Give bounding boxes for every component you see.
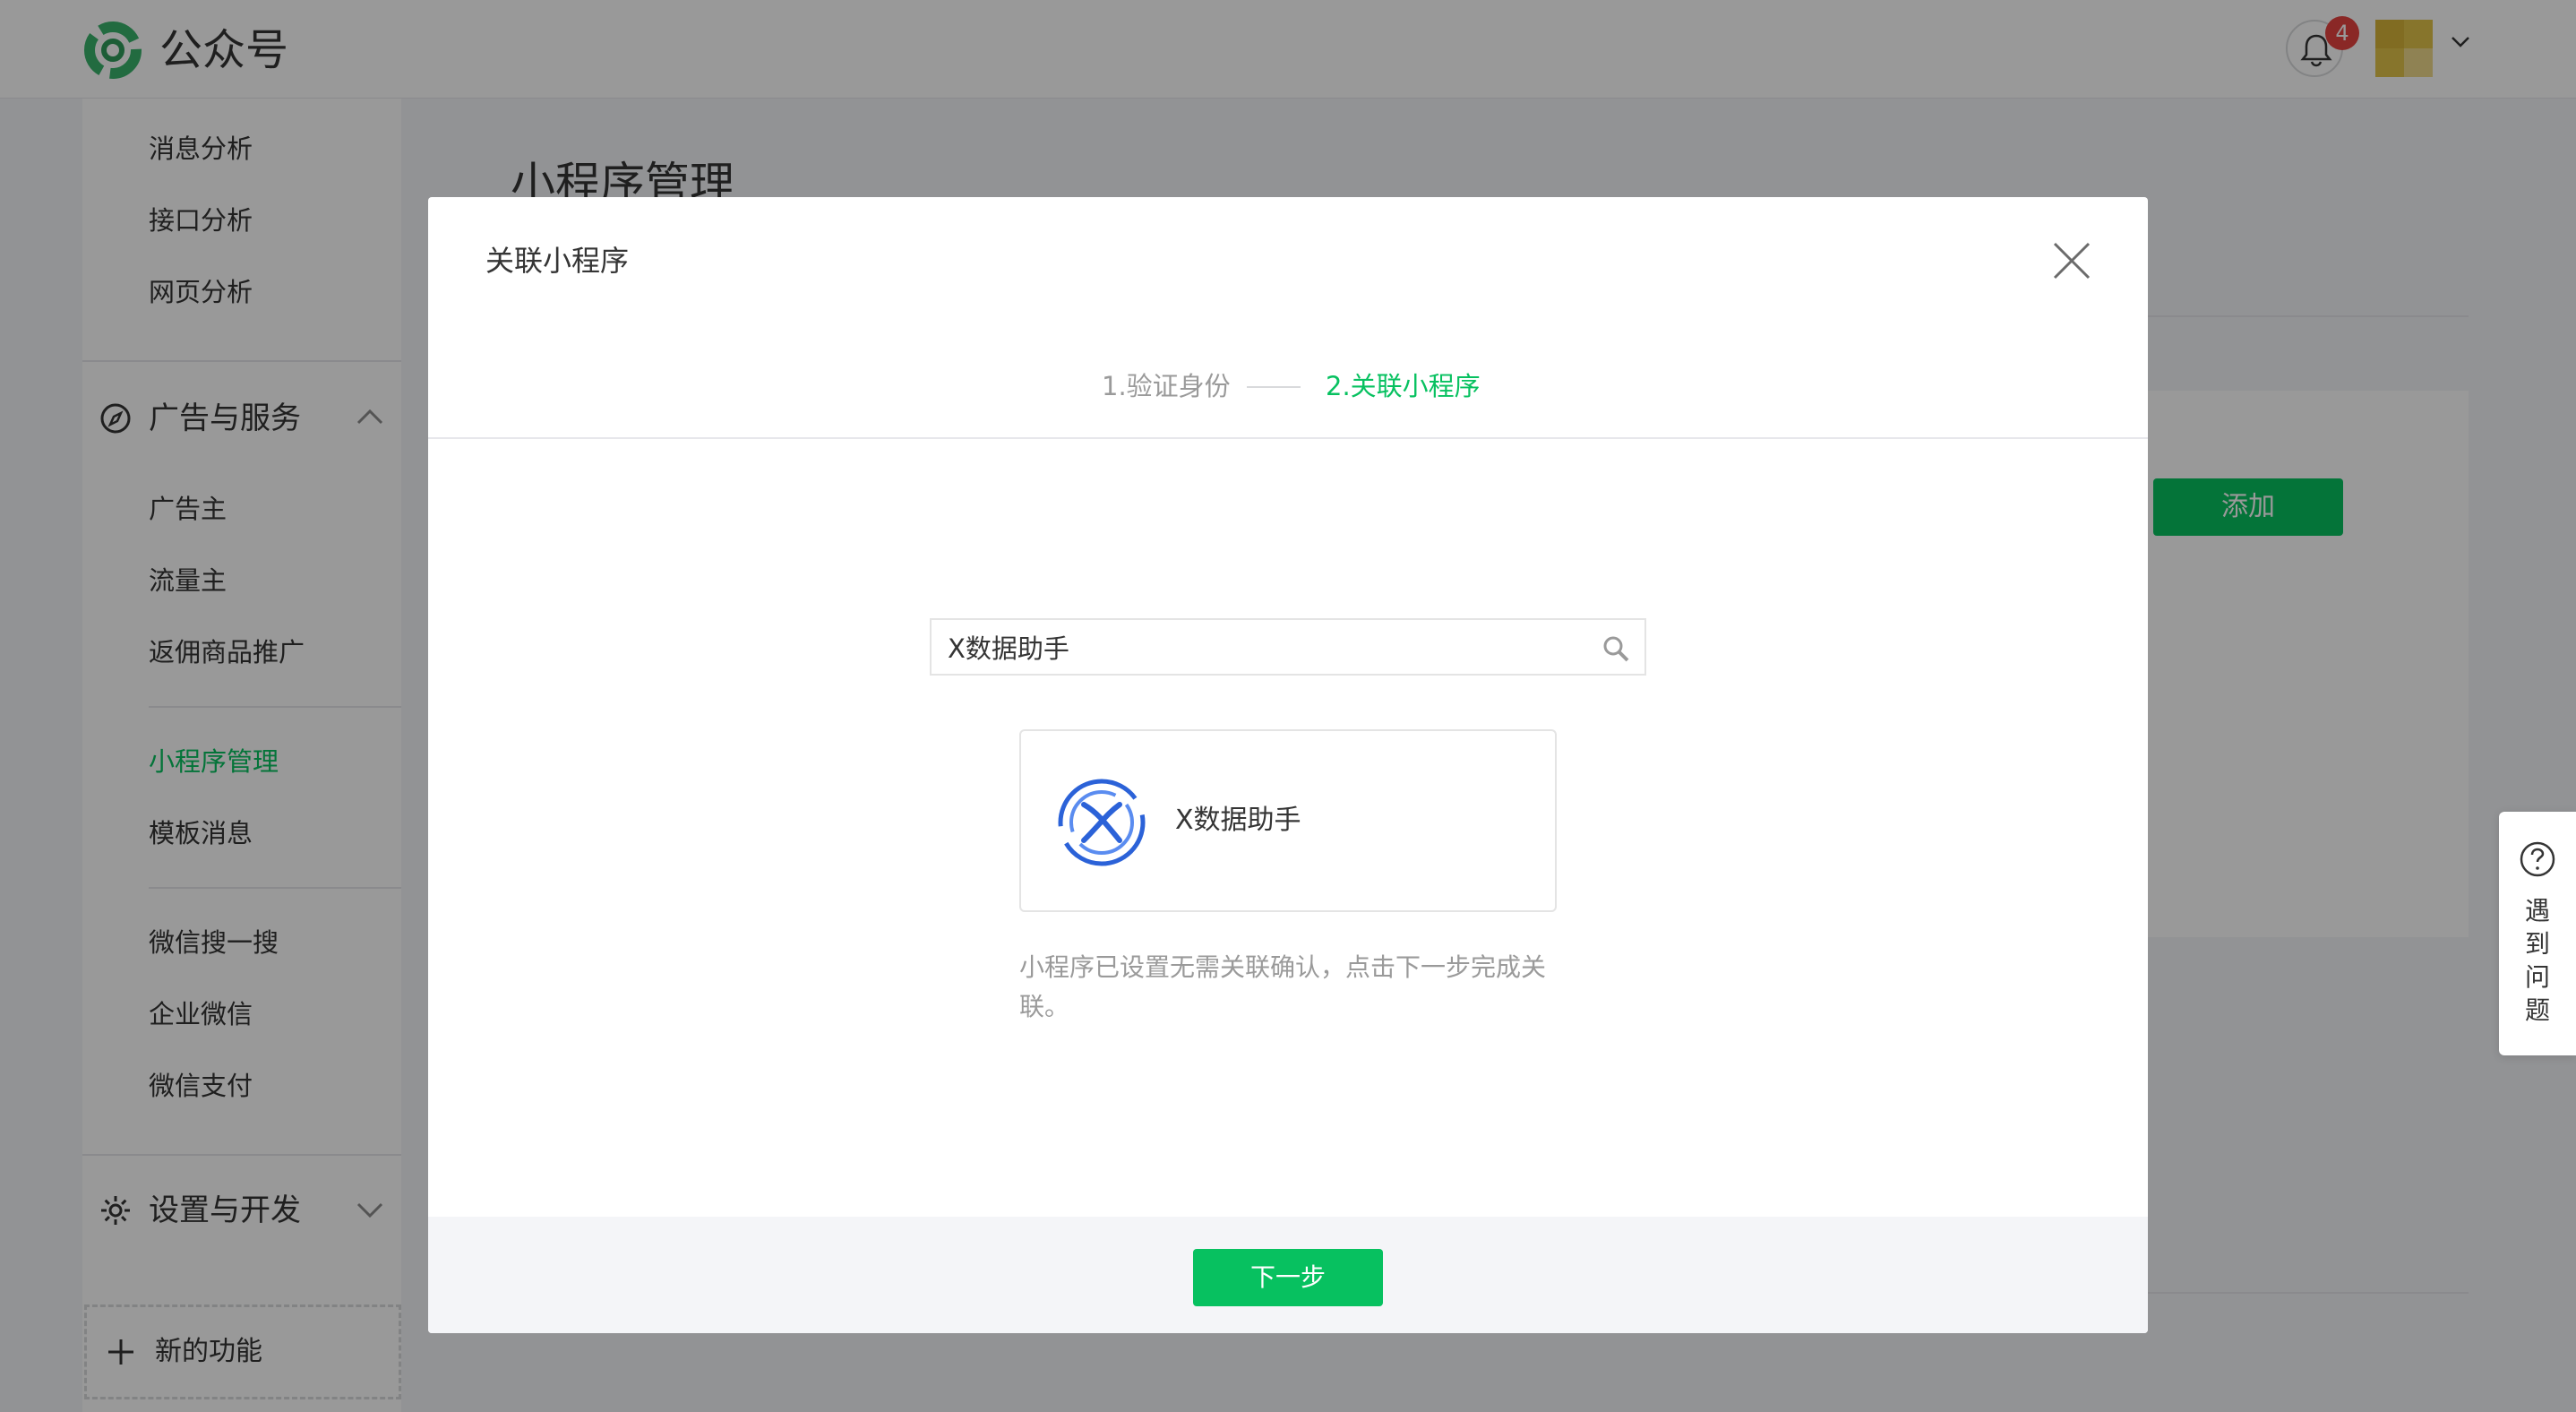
miniprogram-logo-icon <box>1058 779 1146 866</box>
miniprogram-name: X数据助手 <box>1175 805 1301 836</box>
search-input[interactable] <box>948 620 1575 674</box>
step-connector <box>1247 386 1301 388</box>
close-icon[interactable] <box>2051 240 2092 281</box>
step-verify-identity: 1.验证身份 <box>1102 371 1231 401</box>
dialog-divider <box>428 437 2148 439</box>
help-widget[interactable]: 遇 到 问 题 <box>2499 812 2576 1055</box>
help-label: 遇 到 问 题 <box>2524 896 2550 1025</box>
miniprogram-result-card[interactable]: X数据助手 <box>1019 729 1557 912</box>
step-indicator: 1.验证身份 2.关联小程序 <box>428 364 2148 409</box>
dialog-footer: 下一步 <box>428 1217 2148 1333</box>
question-icon <box>2520 841 2555 877</box>
search-icon[interactable] <box>1601 634 1630 663</box>
search-box <box>930 618 1646 676</box>
hint-text: 小程序已设置无需关联确认，点击下一步完成关联。 <box>1019 952 1547 1021</box>
step-link-miniprogram: 2.关联小程序 <box>1326 371 1481 401</box>
dialog-title: 关联小程序 <box>485 244 630 278</box>
link-miniprogram-dialog: 关联小程序 1.验证身份 2.关联小程序 X数据助手 小程序已设置无需关联确认，… <box>428 197 2148 1333</box>
next-button[interactable]: 下一步 <box>1193 1249 1383 1306</box>
